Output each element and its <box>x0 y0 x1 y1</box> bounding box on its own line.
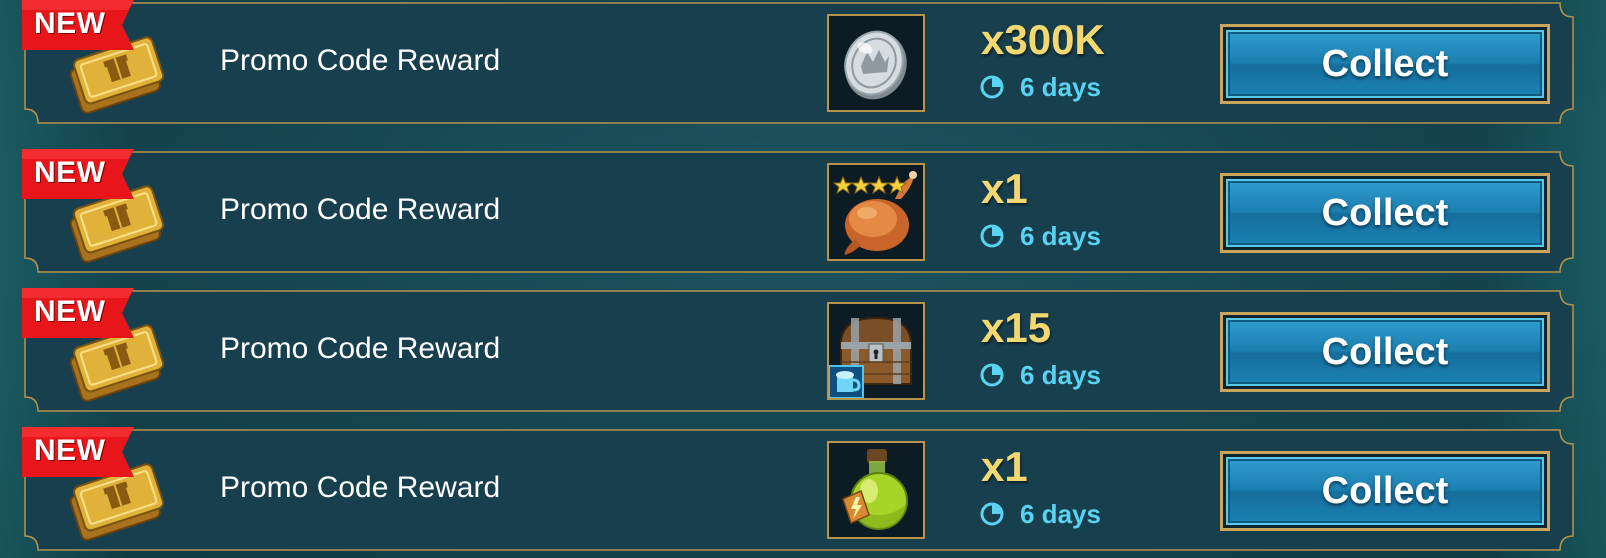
new-badge-label: NEW <box>34 434 106 467</box>
reward-row: NEW Promo Code Reward x300K 6 days Colle… <box>22 0 1576 126</box>
new-badge-label: NEW <box>34 156 106 189</box>
reward-quantity: x300K <box>981 16 1105 63</box>
reward-timer: 6 days <box>980 499 1101 529</box>
new-badge: NEW <box>22 149 140 199</box>
collect-button-label: Collect <box>1321 330 1449 373</box>
reward-quantity: x1 <box>981 165 1028 212</box>
collect-button-label: Collect <box>1321 191 1449 234</box>
collect-button-label: Collect <box>1321 42 1449 85</box>
collect-button-label: Collect <box>1321 469 1449 512</box>
clock-icon <box>980 363 1004 387</box>
reward-row: NEW Promo Code Reward x15 6 days Collect <box>22 288 1576 414</box>
reward-time-left: 6 days <box>1020 359 1101 390</box>
reward-timer: 6 days <box>980 221 1101 251</box>
energy-potion-icon <box>842 449 908 530</box>
clock-icon <box>980 502 1004 526</box>
reward-item-slot[interactable] <box>827 14 925 112</box>
clock-icon <box>980 75 1004 99</box>
new-badge: NEW <box>22 0 140 50</box>
reward-title: Promo Code Reward <box>220 332 501 365</box>
silver-coin-icon <box>844 30 907 100</box>
reward-title: Promo Code Reward <box>220 193 501 226</box>
reward-timer: 6 days <box>980 72 1101 102</box>
roast-chicken-4-star-icon <box>832 171 917 255</box>
reward-row: NEW Promo Code Reward x1 6 days Collect <box>22 427 1576 553</box>
new-badge-label: NEW <box>34 7 106 40</box>
reward-title: Promo Code Reward <box>220 471 501 504</box>
new-badge-label: NEW <box>34 295 106 328</box>
reward-item-slot[interactable] <box>827 302 925 400</box>
collect-button-face[interactable]: Collect <box>1226 318 1544 386</box>
clock-icon <box>980 224 1004 248</box>
reward-row: NEW Promo Code Reward x1 6 days Collect <box>22 149 1576 275</box>
treasure-chest-icon <box>829 316 913 398</box>
collect-button-face[interactable]: Collect <box>1226 30 1544 98</box>
collect-button[interactable]: Collect <box>1220 312 1550 392</box>
collect-button-face[interactable]: Collect <box>1226 457 1544 525</box>
new-badge: NEW <box>22 427 140 477</box>
reward-time-left: 6 days <box>1020 220 1101 251</box>
reward-time-left: 6 days <box>1020 71 1101 102</box>
reward-quantity: x15 <box>981 304 1052 351</box>
new-badge: NEW <box>22 288 140 338</box>
reward-time-left: 6 days <box>1020 498 1101 529</box>
reward-timer: 6 days <box>980 360 1101 390</box>
collect-button[interactable]: Collect <box>1220 173 1550 253</box>
reward-quantity: x1 <box>981 443 1028 490</box>
reward-item-slot[interactable] <box>827 163 925 261</box>
collect-button[interactable]: Collect <box>1220 451 1550 531</box>
collect-button-face[interactable]: Collect <box>1226 179 1544 247</box>
collect-button[interactable]: Collect <box>1220 24 1550 104</box>
reward-item-slot[interactable] <box>827 441 925 539</box>
reward-title: Promo Code Reward <box>220 44 501 77</box>
